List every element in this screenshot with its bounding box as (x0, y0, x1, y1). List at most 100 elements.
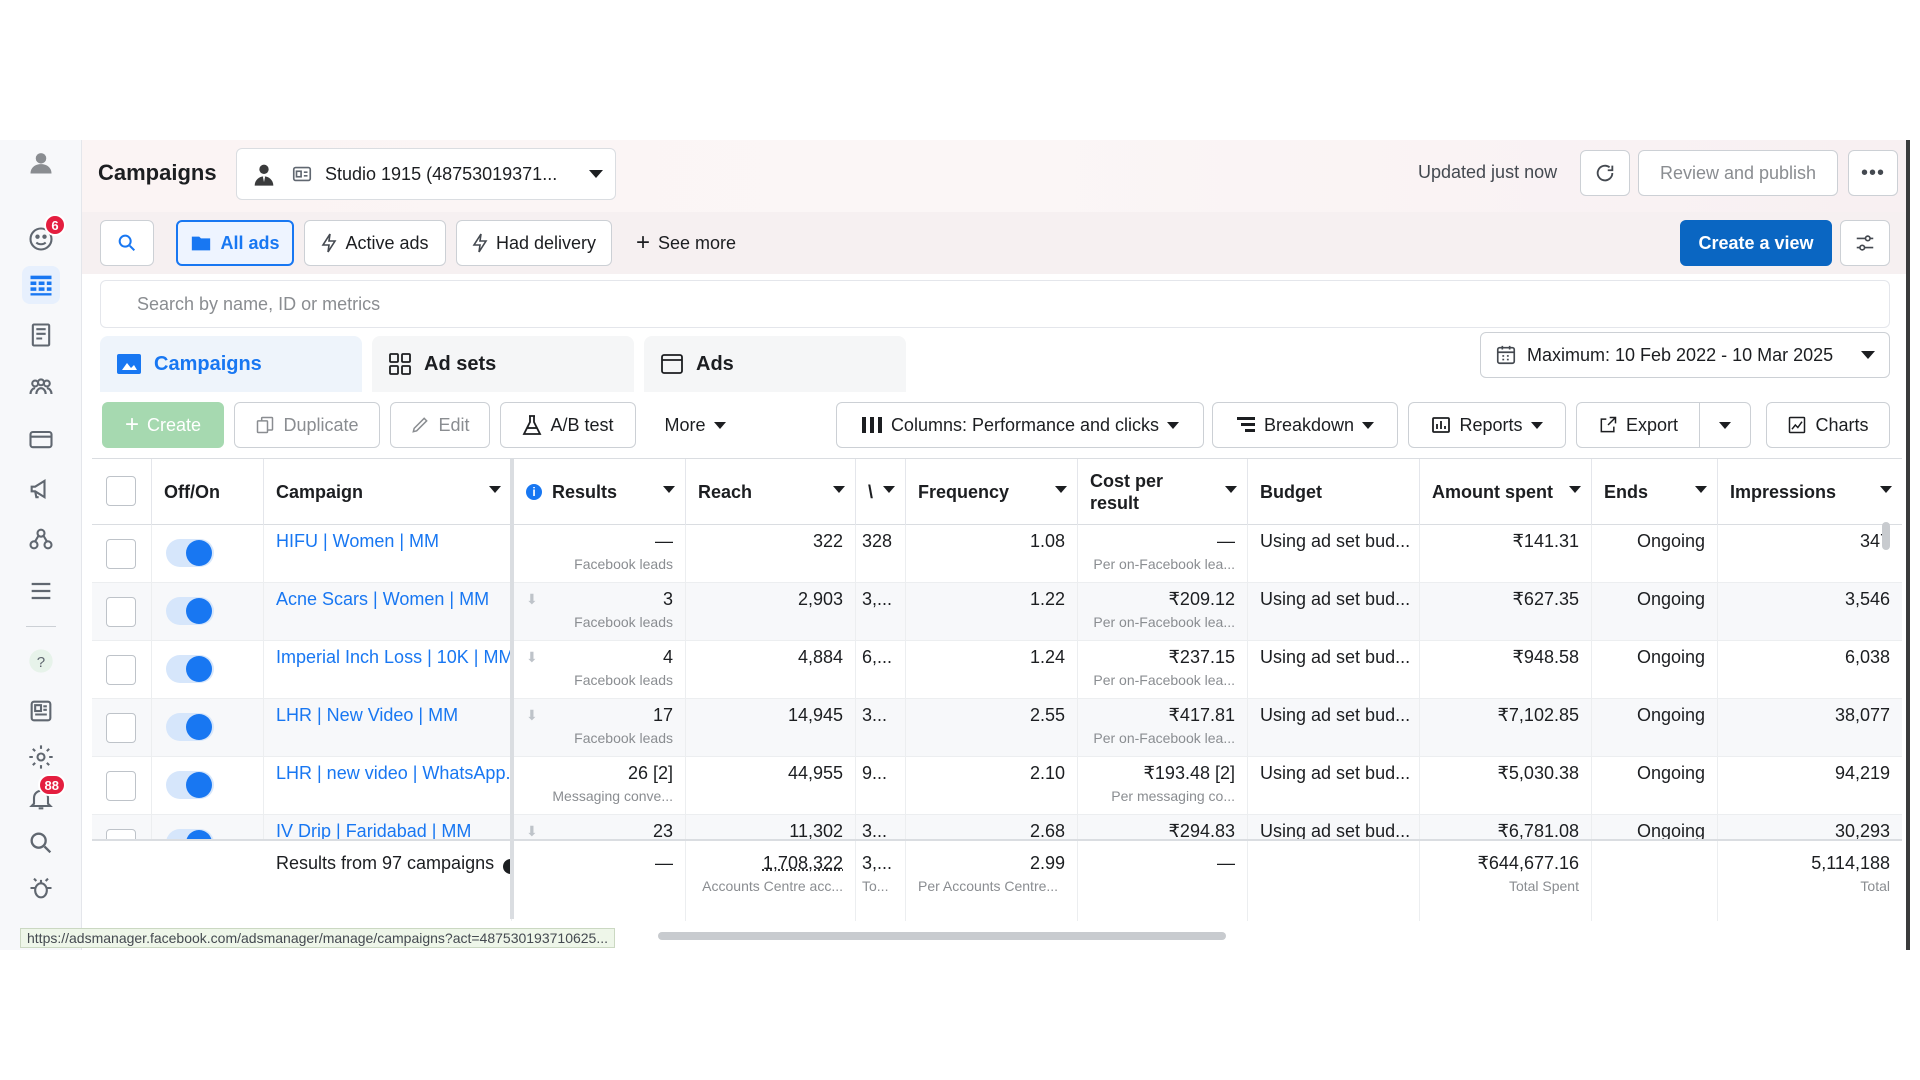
campaign-toggle[interactable] (166, 597, 214, 625)
row-checkbox[interactable] (106, 655, 136, 685)
ab-test-button[interactable]: A/B test (500, 402, 636, 448)
vertical-scrollbar-thumb[interactable] (1882, 522, 1890, 550)
pages-icon[interactable] (22, 316, 60, 354)
menu-icon[interactable] (22, 572, 60, 610)
campaign-toggle[interactable] (166, 713, 214, 741)
duplicate-button[interactable]: Duplicate (234, 402, 380, 448)
cell-amount: ₹627.35 (1420, 583, 1592, 641)
alerts-bell-icon[interactable]: 88 (22, 774, 66, 818)
frozen-column-divider[interactable] (510, 459, 514, 919)
col-views[interactable]: \ (856, 459, 906, 525)
row-checkbox[interactable] (106, 771, 136, 801)
cell-cpr: ₹209.12 Per on-Facebook lea... (1078, 583, 1248, 641)
export-button[interactable]: Export (1576, 402, 1700, 448)
export-icon (1600, 416, 1617, 433)
col-frequency[interactable]: Frequency (906, 459, 1078, 525)
results-value: — (655, 531, 673, 551)
notifications-badge: 6 (44, 214, 66, 236)
profile-avatar-icon[interactable] (22, 144, 60, 182)
campaign-name-link[interactable]: Acne Scars | Women | MM (276, 589, 489, 609)
more-options-button[interactable]: ••• (1848, 150, 1898, 196)
see-more-button[interactable]: + See more (622, 220, 750, 266)
active-ads-filter[interactable]: Active ads (304, 220, 446, 266)
campaigns-table-icon[interactable] (22, 266, 60, 304)
bug-report-icon[interactable] (22, 868, 60, 908)
tab-campaigns[interactable]: Campaigns (100, 336, 362, 392)
col-results[interactable]: i Results (514, 459, 686, 525)
reports-button[interactable]: Reports (1408, 402, 1566, 448)
row-checkbox[interactable] (106, 539, 136, 569)
cpr-sub: Per messaging co... (1111, 788, 1235, 804)
export-options-button[interactable] (1699, 402, 1751, 448)
search-button[interactable] (100, 220, 154, 266)
business-tools-icon[interactable] (22, 520, 60, 558)
budget-value: Using ad set bud... (1260, 647, 1411, 667)
charts-button[interactable]: Charts (1766, 402, 1890, 448)
campaign-name-link[interactable]: HIFU | Women | MM (276, 531, 439, 551)
notifications-icon[interactable]: 6 (22, 214, 66, 258)
export-label: Export (1625, 414, 1679, 435)
breakdown-label: Breakdown (1263, 414, 1355, 435)
col-cost-per-result[interactable]: Cost per result (1078, 459, 1248, 525)
create-button[interactable]: + Create (102, 402, 224, 448)
download-icon: ⬇ (526, 823, 538, 839)
cell-cpr: ₹417.81 Per on-Facebook lea... (1078, 699, 1248, 757)
results-value: 26 [2] (627, 763, 673, 783)
col-campaign[interactable]: Campaign (264, 459, 512, 525)
review-publish-button[interactable]: Review and publish (1638, 150, 1838, 196)
account-selector[interactable]: Studio 1915 (48753019371... (236, 148, 616, 200)
horizontal-scrollbar-thumb[interactable] (658, 932, 1226, 940)
tab-ads[interactable]: Ads (644, 336, 906, 392)
breakdown-button[interactable]: Breakdown (1212, 402, 1398, 448)
plus-icon: + (636, 229, 651, 256)
campaign-toggle[interactable] (166, 771, 214, 799)
megaphone-icon[interactable] (22, 470, 60, 508)
row-checkbox[interactable] (106, 597, 136, 627)
audiences-icon[interactable] (22, 368, 60, 406)
toggle-knob (186, 540, 212, 566)
create-view-button[interactable]: Create a view (1680, 220, 1832, 266)
row-checkbox[interactable] (106, 713, 136, 743)
all-ads-filter[interactable]: All ads (176, 220, 294, 266)
col-budget[interactable]: Budget (1248, 459, 1420, 525)
footer-ends (1592, 841, 1718, 921)
campaign-name-link[interactable]: LHR | New Video | MM (276, 705, 458, 725)
table-row[interactable]: LHR | New Video | MM ⬇ 17 Facebook leads 14,… (92, 699, 1902, 757)
more-label: More (664, 414, 706, 435)
news-feed-icon[interactable] (22, 692, 60, 730)
views-value: 3,... (862, 589, 893, 609)
col-ends[interactable]: Ends (1592, 459, 1718, 525)
table-row[interactable]: Acne Scars | Women | MM ⬇ 3 Facebook leads 2… (92, 583, 1902, 641)
campaign-name-link[interactable]: LHR | new video | WhatsApp... (276, 763, 511, 783)
filter-settings-button[interactable] (1840, 220, 1890, 266)
ab-test-label: A/B test (550, 414, 614, 435)
table-row[interactable]: HIFU | Women | MM — Facebook leads 322 328 1.… (92, 525, 1902, 583)
edit-button[interactable]: Edit (390, 402, 490, 448)
col-impressions[interactable]: Impressions (1718, 459, 1902, 525)
had-delivery-filter[interactable]: Had delivery (456, 220, 612, 266)
campaign-toggle[interactable] (166, 539, 214, 567)
col-amount-spent[interactable]: Amount spent (1420, 459, 1592, 525)
refresh-button[interactable] (1580, 150, 1630, 196)
cpr-sub: Per on-Facebook lea... (1093, 614, 1235, 630)
campaign-name-cell: HIFU | Women | MM (264, 525, 512, 583)
select-all-checkbox[interactable] (106, 476, 136, 506)
date-range-selector[interactable]: Maximum: 10 Feb 2022 - 10 Mar 2025 (1480, 332, 1890, 378)
campaign-name-link[interactable]: IV Drip | Faridabad | MM (276, 821, 471, 841)
col-reach[interactable]: Reach (686, 459, 856, 525)
cell-cpr: ₹193.48 [2] Per messaging co... (1078, 757, 1248, 815)
campaign-toggle[interactable] (166, 655, 214, 683)
tab-ad-sets[interactable]: Ad sets (372, 336, 634, 392)
search-input[interactable] (137, 293, 1853, 315)
col-offon[interactable]: Off/On (152, 459, 264, 525)
table-row[interactable]: Imperial Inch Loss | 10K | MM ⬇ 4 Facebook … (92, 641, 1902, 699)
search-icon[interactable] (22, 824, 60, 862)
help-icon[interactable]: ? (22, 642, 60, 680)
more-button[interactable]: More (646, 402, 744, 448)
campaign-name-link[interactable]: Imperial Inch Loss | 10K | MM (276, 647, 511, 667)
billing-icon[interactable] (22, 420, 60, 458)
chevron-down-icon (1861, 351, 1875, 359)
table-row[interactable]: LHR | new video | WhatsApp... 26 [2] Messa… (92, 757, 1902, 815)
settings-gear-icon[interactable] (22, 738, 60, 776)
columns-button[interactable]: Columns: Performance and clicks (836, 402, 1204, 448)
